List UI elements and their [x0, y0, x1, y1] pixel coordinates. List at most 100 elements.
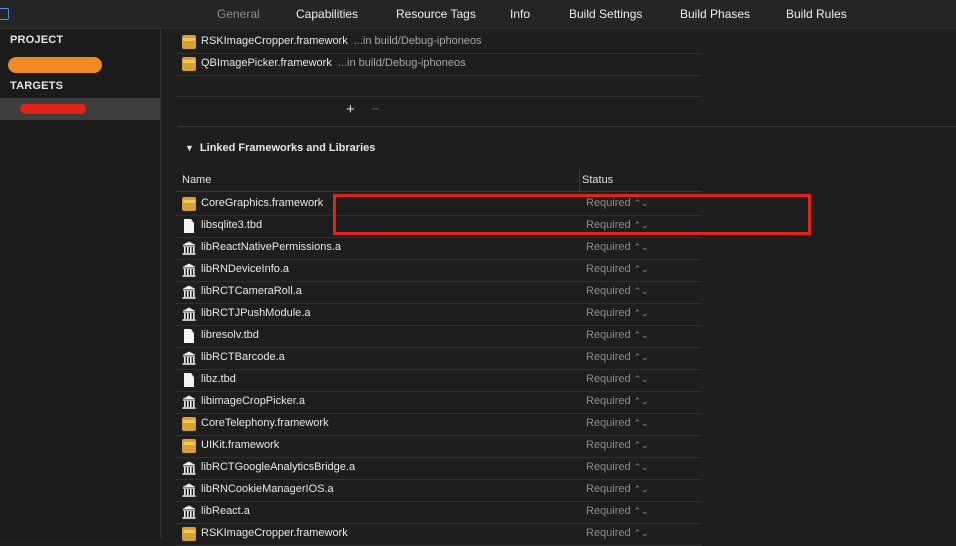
status-label: Required — [586, 417, 631, 429]
table-row[interactable]: libReactNativePermissions.a Required ⌃⌄ — [176, 237, 702, 260]
table-row[interactable]: CoreGraphics.framework Required ⌃⌄ — [176, 193, 702, 216]
redacted-project-name[interactable] — [8, 57, 102, 73]
item-name: libsqlite3.tbd — [201, 219, 263, 231]
status-label: Required — [586, 351, 631, 363]
list-footer-divider — [176, 96, 702, 97]
status-popup[interactable]: Required ⌃⌄ — [586, 307, 649, 319]
framework-icon — [182, 57, 196, 71]
item-name: libresolv.tbd — [201, 329, 259, 341]
status-popup[interactable]: Required ⌃⌄ — [586, 395, 649, 407]
column-separator[interactable] — [579, 170, 580, 191]
document-icon — [182, 329, 196, 343]
status-popup[interactable]: Required ⌃⌄ — [586, 241, 649, 253]
stepper-chevron-icon: ⌃⌄ — [633, 220, 649, 230]
status-popup[interactable]: Required ⌃⌄ — [586, 505, 649, 517]
table-row[interactable]: libRCTJPushModule.a Required ⌃⌄ — [176, 303, 702, 326]
status-label: Required — [586, 197, 631, 209]
status-popup[interactable]: Required ⌃⌄ — [586, 461, 649, 473]
column-header-status[interactable]: Status — [582, 174, 613, 186]
tab-capabilities[interactable]: Capabilities — [296, 7, 358, 21]
library-icon — [182, 307, 196, 321]
status-popup[interactable]: Required ⌃⌄ — [586, 527, 649, 539]
framework-icon — [182, 527, 196, 541]
status-popup[interactable]: Required ⌃⌄ — [586, 285, 649, 297]
redacted-target-name — [20, 104, 86, 114]
stepper-chevron-icon: ⌃⌄ — [633, 440, 649, 450]
item-name: libimageCropPicker.a — [201, 395, 305, 407]
library-icon — [182, 351, 196, 365]
document-icon — [182, 219, 196, 233]
item-name: libRCTJPushModule.a — [201, 307, 311, 319]
table-row[interactable]: libresolv.tbd Required ⌃⌄ — [176, 325, 702, 348]
tab-resource-tags[interactable]: Resource Tags — [396, 7, 476, 21]
item-name: libRCTCameraRoll.a — [201, 285, 302, 297]
table-row[interactable]: UIKit.framework Required ⌃⌄ — [176, 435, 702, 458]
stepper-chevron-icon: ⌃⌄ — [633, 198, 649, 208]
table-row[interactable]: libimageCropPicker.a Required ⌃⌄ — [176, 391, 702, 414]
item-name: QBImagePicker.framework — [201, 57, 332, 69]
status-popup[interactable]: Required ⌃⌄ — [586, 263, 649, 275]
status-label: Required — [586, 439, 631, 451]
status-label: Required — [586, 483, 631, 495]
stepper-chevron-icon: ⌃⌄ — [633, 418, 649, 428]
status-popup[interactable]: Required ⌃⌄ — [586, 373, 649, 385]
status-popup[interactable]: Required ⌃⌄ — [586, 351, 649, 363]
stepper-chevron-icon: ⌃⌄ — [633, 330, 649, 340]
column-header-name[interactable]: Name — [182, 174, 211, 186]
table-row[interactable]: libRCTBarcode.a Required ⌃⌄ — [176, 347, 702, 370]
add-button[interactable]: + — [346, 101, 355, 118]
item-name: libRCTGoogleAnalyticsBridge.a — [201, 461, 356, 473]
sidebar-toggle-icon[interactable] — [0, 8, 9, 20]
table-row[interactable]: libRNCookieManagerIOS.a Required ⌃⌄ — [176, 479, 702, 502]
library-icon — [182, 395, 196, 409]
tab-build-settings[interactable]: Build Settings — [569, 7, 642, 21]
section-title: Linked Frameworks and Libraries — [199, 142, 376, 154]
status-label: Required — [586, 505, 631, 517]
library-icon — [182, 241, 196, 255]
status-label: Required — [586, 241, 631, 253]
status-popup[interactable]: Required ⌃⌄ — [586, 329, 649, 341]
table-row[interactable]: libRCTCameraRoll.a Required ⌃⌄ — [176, 281, 702, 304]
tab-general[interactable]: General — [217, 7, 260, 21]
tab-info[interactable]: Info — [510, 7, 530, 21]
framework-icon — [182, 439, 196, 453]
item-path: ...in build/Debug-iphoneos — [337, 57, 466, 69]
selected-target-row[interactable] — [0, 98, 160, 120]
stepper-chevron-icon: ⌃⌄ — [633, 308, 649, 318]
item-name: RSKImageCropper.framework — [201, 35, 348, 47]
table-row[interactable]: libsqlite3.tbd Required ⌃⌄ — [176, 215, 702, 238]
project-heading: PROJECT — [10, 34, 64, 46]
status-popup[interactable]: Required ⌃⌄ — [586, 219, 649, 231]
linked-frameworks-section-header[interactable]: ▼ Linked Frameworks and Libraries — [185, 142, 375, 154]
table-row[interactable]: libz.tbd Required ⌃⌄ — [176, 369, 702, 392]
table-row[interactable]: CoreTelephony.framework Required ⌃⌄ — [176, 413, 702, 436]
library-icon — [182, 285, 196, 299]
list-item[interactable]: RSKImageCropper.framework ...in build/Deb… — [176, 31, 702, 54]
table-row[interactable]: libRCTGoogleAnalyticsBridge.a Required ⌃⌄ — [176, 457, 702, 480]
status-popup[interactable]: Required ⌃⌄ — [586, 417, 649, 429]
tab-build-rules[interactable]: Build Rules — [786, 7, 847, 21]
stepper-chevron-icon: ⌃⌄ — [633, 528, 649, 538]
stepper-chevron-icon: ⌃⌄ — [633, 396, 649, 406]
tab-build-phases[interactable]: Build Phases — [680, 7, 750, 21]
status-label: Required — [586, 527, 631, 539]
library-icon — [182, 461, 196, 475]
table-row[interactable]: libRNDeviceInfo.a Required ⌃⌄ — [176, 259, 702, 282]
stepper-chevron-icon: ⌃⌄ — [633, 462, 649, 472]
document-icon — [182, 373, 196, 387]
disclosure-triangle-icon[interactable]: ▼ — [185, 143, 194, 153]
status-popup[interactable]: Required ⌃⌄ — [586, 197, 649, 209]
list-item[interactable]: QBImagePicker.framework ...in build/Debug… — [176, 53, 702, 76]
status-popup[interactable]: Required ⌃⌄ — [586, 439, 649, 451]
framework-icon — [182, 417, 196, 431]
framework-icon — [182, 197, 196, 211]
remove-button[interactable]: − — [371, 101, 380, 118]
item-name: CoreGraphics.framework — [201, 197, 324, 209]
stepper-chevron-icon: ⌃⌄ — [633, 242, 649, 252]
table-row[interactable]: RSKImageCropper.framework Required ⌃⌄ — [176, 523, 702, 546]
table-row[interactable]: libReact.a Required ⌃⌄ — [176, 501, 702, 524]
stepper-chevron-icon: ⌃⌄ — [633, 484, 649, 494]
status-popup[interactable]: Required ⌃⌄ — [586, 483, 649, 495]
item-name: RSKImageCropper.framework — [201, 527, 348, 539]
stepper-chevron-icon: ⌃⌄ — [633, 286, 649, 296]
